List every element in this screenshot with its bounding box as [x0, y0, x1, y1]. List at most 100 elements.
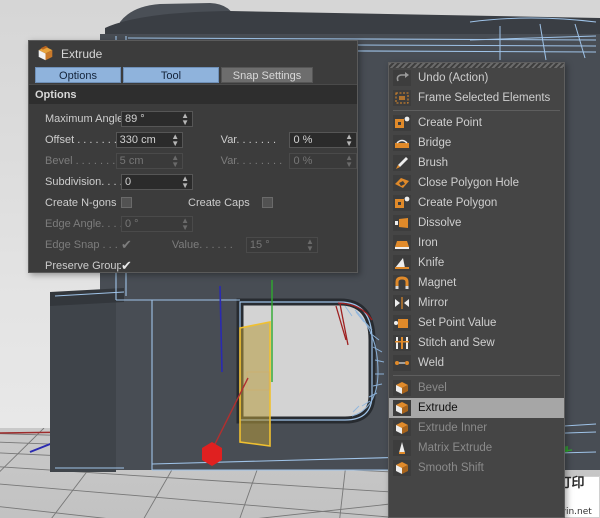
field-label: Edge Angle. . . . [29, 218, 121, 230]
menu-item-iron[interactable]: Iron [389, 233, 564, 253]
field-row: Subdivision. . . .0▲▼ [29, 171, 357, 192]
menu-item-list: Undo (Action) Frame Selected Elements Crea… [389, 68, 564, 478]
field-label: Bevel . . . . . . . . . . [29, 155, 116, 167]
menu-item-label: Iron [418, 237, 438, 249]
menu-item-create-polygon[interactable]: Create Polygon [389, 193, 564, 213]
undo-icon [393, 70, 411, 86]
smooth-shift-icon [393, 460, 411, 476]
menu-item-bevel: Bevel [389, 378, 564, 398]
menu-item-label: Weld [418, 357, 444, 369]
menu-item-label: Frame Selected Elements [418, 92, 550, 104]
menu-item-set-point-value[interactable]: Set Point Value [389, 313, 564, 333]
close-polygon-hole-icon [393, 175, 411, 191]
mesh-commands-context-menu[interactable]: Undo (Action) Frame Selected Elements Crea… [388, 62, 565, 518]
weld-icon [393, 355, 411, 371]
create-point-icon [393, 115, 411, 131]
field-label: Maximum Angle [29, 113, 121, 125]
field-row: Bevel . . . . . . . . . .5 cm▲▼Var. . . … [29, 150, 357, 171]
tab-tool[interactable]: Tool [123, 67, 219, 83]
frame-selection-icon [393, 90, 411, 106]
field-value-6-input: 15 °▲▼ [246, 237, 318, 253]
options-section-header: Options [29, 84, 357, 104]
field-row: Preserve Groups✔ [29, 255, 357, 276]
menu-item-stitch-and-sew[interactable]: Stitch and Sew [389, 333, 564, 353]
menu-item-matrix-extrude: Matrix Extrude [389, 438, 564, 458]
menu-item-magnet[interactable]: Magnet [389, 273, 564, 293]
create-polygon-icon [393, 195, 411, 211]
field-maximum-angle-input[interactable]: 89 °▲▼ [121, 111, 193, 127]
menu-item-label: Bevel [418, 382, 447, 394]
tab-snap-settings[interactable]: Snap Settings [221, 67, 313, 83]
menu-item-label: Create Point [418, 117, 482, 129]
menu-item-label: Knife [418, 257, 444, 269]
menu-item-label: Create Polygon [418, 197, 497, 209]
menu-item-label: Smooth Shift [418, 462, 484, 474]
field-subdivision-input[interactable]: 0▲▼ [121, 174, 193, 190]
field-label-secondary: Var. . . . . . . . [217, 155, 290, 167]
field-create-caps-4-checkbox[interactable] [262, 197, 273, 208]
field-row: Offset . . . . . . . .330 cm▲▼ Var. . . .… [29, 129, 357, 150]
field-label: Edge Snap . . . . [29, 239, 121, 251]
stitch-and-sew-icon [393, 335, 411, 351]
dialog-title-bar[interactable]: Extrude [29, 41, 357, 66]
field-offset-input[interactable]: 330 cm▲▼ [116, 132, 184, 148]
set-point-value-icon [393, 315, 411, 331]
extrude-options-dialog[interactable]: Extrude OptionsToolSnap Settings Options… [28, 40, 358, 273]
menu-item-create-point[interactable]: Create Point [389, 113, 564, 133]
menu-item-undo-action[interactable]: Undo (Action) [389, 68, 564, 88]
menu-item-brush[interactable]: Brush [389, 153, 564, 173]
spinner-arrows-icon: ▲▼ [171, 154, 179, 168]
menu-item-frame-selected-elements[interactable]: Frame Selected Elements [389, 88, 564, 108]
menu-item-bridge[interactable]: Bridge [389, 133, 564, 153]
menu-separator [393, 110, 560, 111]
menu-item-label: Brush [418, 157, 448, 169]
field-edge-snap-checkbox: ✔ [121, 239, 132, 250]
menu-item-label: Extrude Inner [418, 422, 487, 434]
field-row: Edge Angle. . . .0 °▲▼ [29, 213, 357, 234]
field-label-secondary: Var. . . . . . . [217, 134, 290, 146]
menu-item-label: Set Point Value [418, 317, 496, 329]
field-label-secondary: Value. . . . . . [168, 239, 246, 251]
field-var-2-input: 0 %▲▼ [289, 153, 357, 169]
menu-item-label: Undo (Action) [418, 72, 488, 84]
field-row: Create N-gons Create Caps [29, 192, 357, 213]
menu-item-mirror[interactable]: Mirror [389, 293, 564, 313]
menu-item-extrude-inner: Extrude Inner [389, 418, 564, 438]
spinner-arrows-icon[interactable]: ▲▼ [181, 175, 189, 189]
menu-item-label: Matrix Extrude [418, 442, 492, 454]
field-label: Offset . . . . . . . . [29, 134, 116, 146]
menu-item-label: Dissolve [418, 217, 461, 229]
field-preserve-groups-checkbox[interactable]: ✔ [121, 260, 132, 271]
menu-item-label: Close Polygon Hole [418, 177, 519, 189]
menu-item-label: Mirror [418, 297, 448, 309]
menu-item-weld[interactable]: Weld [389, 353, 564, 373]
menu-item-extrude[interactable]: Extrude [389, 398, 564, 418]
field-var-1-input[interactable]: 0 %▲▼ [289, 132, 357, 148]
extrude-icon [393, 400, 411, 416]
spinner-arrows-icon[interactable]: ▲▼ [171, 133, 179, 147]
field-create-n-gons-checkbox[interactable] [121, 197, 132, 208]
tab-options[interactable]: Options [35, 67, 121, 83]
spinner-arrows-icon[interactable]: ▲▼ [345, 133, 353, 147]
menu-item-smooth-shift: Smooth Shift [389, 458, 564, 478]
dialog-tabs[interactable]: OptionsToolSnap Settings [29, 66, 357, 84]
extrude-cube-icon [37, 45, 54, 62]
magnet-icon [393, 275, 411, 291]
dialog-title: Extrude [61, 47, 102, 61]
extrude-inner-icon [393, 420, 411, 436]
spinner-arrows-icon[interactable]: ▲▼ [181, 112, 189, 126]
menu-separator [393, 375, 560, 376]
bridge-icon [393, 135, 411, 151]
menu-item-dissolve[interactable]: Dissolve [389, 213, 564, 233]
menu-item-close-polygon-hole[interactable]: Close Polygon Hole [389, 173, 564, 193]
menu-item-label: Extrude [418, 402, 458, 414]
iron-icon [393, 235, 411, 251]
field-label: Subdivision. . . . [29, 176, 121, 188]
field-row: Edge Snap . . . .✔ Value. . . . . .15 °▲▼ [29, 234, 357, 255]
matrix-extrude-icon [393, 440, 411, 456]
field-label: Create N-gons [29, 197, 121, 209]
menu-item-label: Magnet [418, 277, 456, 289]
field-label-secondary: Create Caps [184, 197, 262, 209]
options-fields: Maximum Angle89 °▲▼ Offset . . . . . . . … [29, 104, 357, 276]
menu-item-knife[interactable]: Knife [389, 253, 564, 273]
